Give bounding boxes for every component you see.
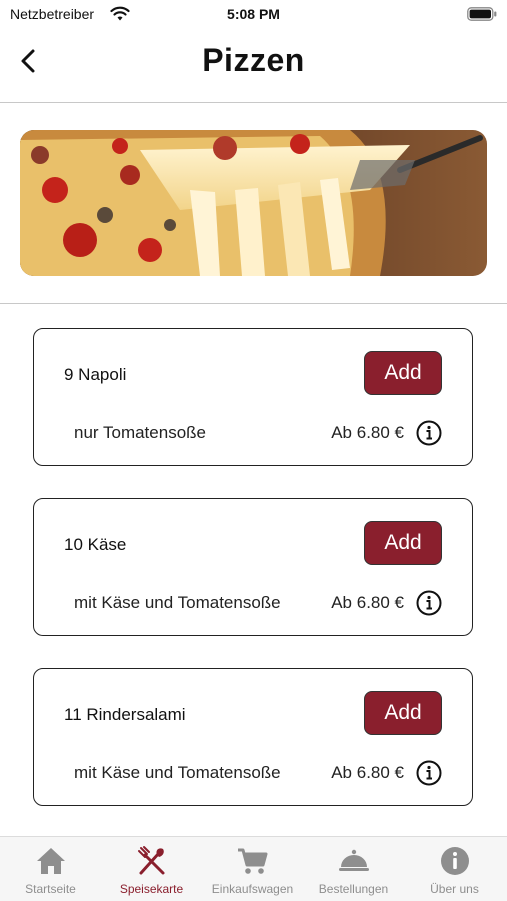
item-name: 10 Käse (64, 535, 127, 554)
tab-label: Einkaufswagen (211, 882, 294, 896)
item-description: mit Käse und Tomatensoße (74, 763, 281, 782)
pizza-banner-image (20, 130, 487, 276)
tab-label: Startseite (25, 882, 76, 896)
fork-knife-icon (138, 846, 165, 875)
add-button[interactable]: Add (364, 351, 442, 395)
add-button[interactable]: Add (364, 521, 442, 565)
menu-item-card: 9 Napoli Add nur Tomatensoße Ab 6.80 € (33, 328, 473, 466)
tab-label: Speisekarte (119, 882, 184, 896)
info-icon[interactable] (416, 760, 442, 786)
info-icon (441, 847, 469, 875)
navigation-bar: Pizzen (0, 28, 507, 103)
add-button[interactable]: Add (364, 691, 442, 735)
info-icon[interactable] (416, 420, 442, 446)
tab-einkaufswagen[interactable]: Einkaufswagen (202, 837, 303, 901)
item-description: mit Käse und Tomatensoße (74, 593, 281, 612)
info-icon[interactable] (416, 590, 442, 616)
cart-icon (238, 848, 268, 874)
tab-label: Über uns (430, 882, 479, 896)
tab-label: Bestellungen (318, 882, 389, 896)
tab-bar: Startseite Speisekarte Einkaufswagen Bes… (0, 836, 507, 901)
tab-bestellungen[interactable]: Bestellungen (303, 837, 404, 901)
tab-ueber-uns[interactable]: Über uns (404, 837, 505, 901)
tab-speisekarte[interactable]: Speisekarte (101, 837, 202, 901)
section-divider (0, 303, 507, 304)
item-description: nur Tomatensoße (74, 423, 206, 442)
tab-startseite[interactable]: Startseite (0, 837, 101, 901)
home-icon (37, 848, 65, 874)
item-price: Ab 6.80 € (331, 763, 404, 782)
battery-icon (467, 7, 497, 21)
item-name: 9 Napoli (64, 365, 127, 384)
item-price: Ab 6.80 € (331, 423, 404, 442)
menu-item-card: 11 Rindersalami Add mit Käse und Tomaten… (33, 668, 473, 806)
cloche-icon (339, 849, 369, 871)
item-name: 11 Rindersalami (64, 705, 186, 724)
status-bar: Netzbetreiber 5:08 PM (0, 0, 507, 28)
item-price: Ab 6.80 € (331, 593, 404, 612)
menu-item-card: 10 Käse Add mit Käse und Tomatensoße Ab … (33, 498, 473, 636)
page-title: Pizzen (202, 42, 305, 78)
status-time: 5:08 PM (227, 6, 280, 22)
